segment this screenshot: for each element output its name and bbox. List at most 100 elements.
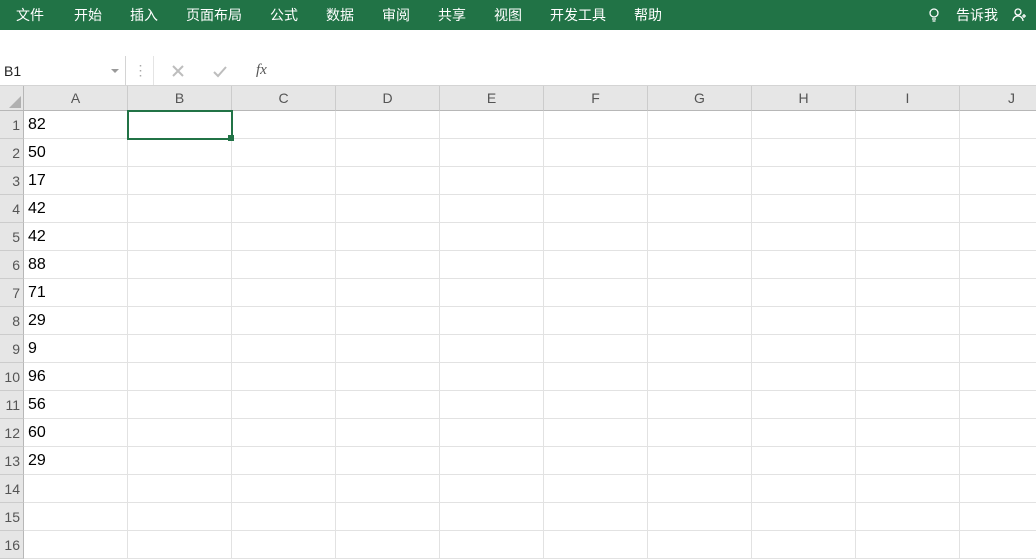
cell-C4[interactable] [232,195,336,223]
cell-C3[interactable] [232,167,336,195]
tell-me-label[interactable]: 告诉我 [956,5,998,25]
cell-G6[interactable] [648,251,752,279]
fx-icon[interactable]: fx [254,62,273,79]
ribbon-tab-6[interactable]: 审阅 [368,0,424,30]
cell-E11[interactable] [440,391,544,419]
cell-A12[interactable]: 60 [24,419,128,447]
cancel-icon[interactable] [170,63,186,79]
cell-J4[interactable] [960,195,1036,223]
cell-B15[interactable] [128,503,232,531]
cell-D8[interactable] [336,307,440,335]
ribbon-tab-2[interactable]: 插入 [116,0,172,30]
ribbon-tab-4[interactable]: 公式 [256,0,312,30]
cell-D9[interactable] [336,335,440,363]
cell-I1[interactable] [856,111,960,139]
cell-J9[interactable] [960,335,1036,363]
cell-I15[interactable] [856,503,960,531]
cell-G1[interactable] [648,111,752,139]
cell-G5[interactable] [648,223,752,251]
row-header-7[interactable]: 7 [0,279,24,307]
cell-G10[interactable] [648,363,752,391]
cell-F8[interactable] [544,307,648,335]
cell-B10[interactable] [128,363,232,391]
cell-I6[interactable] [856,251,960,279]
cell-J5[interactable] [960,223,1036,251]
cell-H7[interactable] [752,279,856,307]
cell-J14[interactable] [960,475,1036,503]
cell-I5[interactable] [856,223,960,251]
cell-C5[interactable] [232,223,336,251]
cell-J1[interactable] [960,111,1036,139]
cell-C13[interactable] [232,447,336,475]
cell-C2[interactable] [232,139,336,167]
cell-J13[interactable] [960,447,1036,475]
cell-C12[interactable] [232,419,336,447]
cell-J12[interactable] [960,419,1036,447]
cell-C6[interactable] [232,251,336,279]
cell-J10[interactable] [960,363,1036,391]
ribbon-tab-7[interactable]: 共享 [424,0,480,30]
tell-me-icon[interactable] [926,7,942,23]
row-header-5[interactable]: 5 [0,223,24,251]
cell-D15[interactable] [336,503,440,531]
col-header-A[interactable]: A [24,86,128,111]
cell-G3[interactable] [648,167,752,195]
cell-J2[interactable] [960,139,1036,167]
cell-E10[interactable] [440,363,544,391]
cell-I12[interactable] [856,419,960,447]
cell-H8[interactable] [752,307,856,335]
row-header-2[interactable]: 2 [0,139,24,167]
ribbon-tab-1[interactable]: 开始 [60,0,116,30]
cell-H6[interactable] [752,251,856,279]
cell-E5[interactable] [440,223,544,251]
cell-I2[interactable] [856,139,960,167]
cell-B5[interactable] [128,223,232,251]
ribbon-tab-10[interactable]: 帮助 [620,0,676,30]
cell-E1[interactable] [440,111,544,139]
cell-A13[interactable]: 29 [24,447,128,475]
cell-D11[interactable] [336,391,440,419]
cell-F12[interactable] [544,419,648,447]
cell-E3[interactable] [440,167,544,195]
cell-F15[interactable] [544,503,648,531]
cell-J3[interactable] [960,167,1036,195]
cell-F14[interactable] [544,475,648,503]
cell-B6[interactable] [128,251,232,279]
cell-B7[interactable] [128,279,232,307]
cell-D2[interactable] [336,139,440,167]
cell-E7[interactable] [440,279,544,307]
cell-F11[interactable] [544,391,648,419]
cell-D3[interactable] [336,167,440,195]
cell-F13[interactable] [544,447,648,475]
cell-B14[interactable] [128,475,232,503]
row-header-8[interactable]: 8 [0,307,24,335]
cell-D12[interactable] [336,419,440,447]
row-header-9[interactable]: 9 [0,335,24,363]
ribbon-tab-5[interactable]: 数据 [312,0,368,30]
cell-J6[interactable] [960,251,1036,279]
cell-D10[interactable] [336,363,440,391]
cell-E6[interactable] [440,251,544,279]
cell-H12[interactable] [752,419,856,447]
cell-G8[interactable] [648,307,752,335]
name-box[interactable]: B1 [0,56,126,85]
row-header-3[interactable]: 3 [0,167,24,195]
cell-I9[interactable] [856,335,960,363]
cell-F2[interactable] [544,139,648,167]
cell-C7[interactable] [232,279,336,307]
cell-E2[interactable] [440,139,544,167]
share-user-icon[interactable] [1012,7,1028,23]
cell-H14[interactable] [752,475,856,503]
col-header-H[interactable]: H [752,86,856,111]
ribbon-tab-0[interactable]: 文件 [0,0,60,30]
cell-E8[interactable] [440,307,544,335]
cell-G13[interactable] [648,447,752,475]
cell-F5[interactable] [544,223,648,251]
cell-A15[interactable] [24,503,128,531]
cell-G9[interactable] [648,335,752,363]
cell-B12[interactable] [128,419,232,447]
cell-C15[interactable] [232,503,336,531]
cell-H9[interactable] [752,335,856,363]
cell-H11[interactable] [752,391,856,419]
cell-A6[interactable]: 88 [24,251,128,279]
